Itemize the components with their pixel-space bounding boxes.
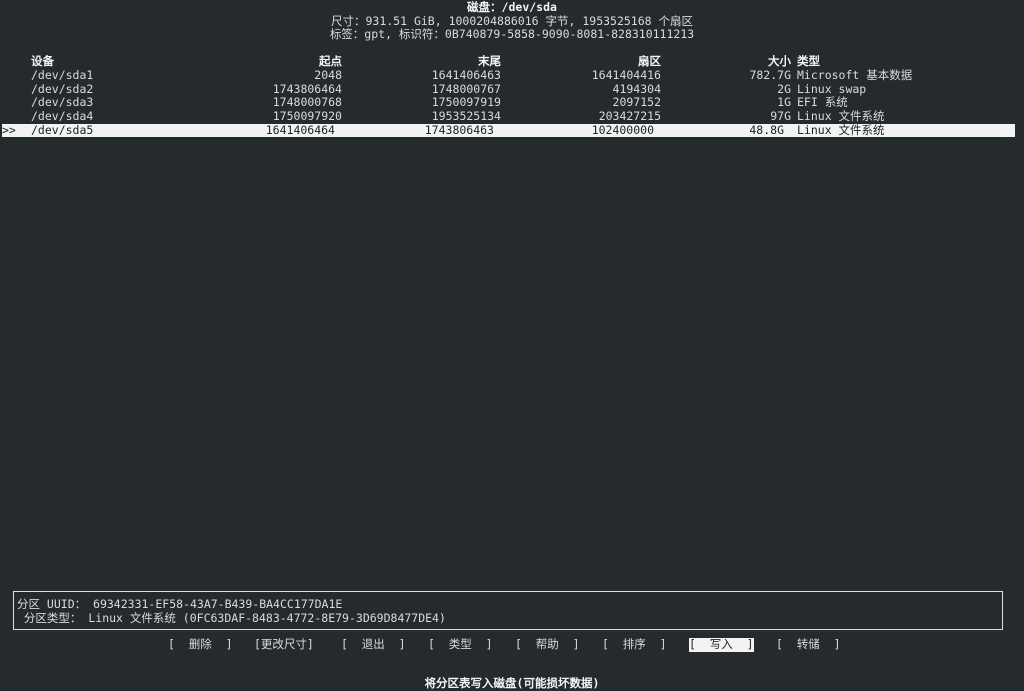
partition-device: /dev/sda1 xyxy=(31,68,94,82)
partition-start: 1748000768 xyxy=(272,95,342,110)
partition-type: Microsoft 基本数据 xyxy=(797,68,913,82)
disk-title: 磁盘：/dev/sda xyxy=(467,0,557,14)
partition-row-sda4[interactable]: /dev/sda4 1750097920 1953525134 20342721… xyxy=(0,109,1024,124)
sort-button[interactable]: [ 排序 ] xyxy=(602,637,667,652)
partition-type: Linux 文件系统 xyxy=(797,122,885,137)
selection-marker: >> xyxy=(2,122,16,137)
column-start: 起点 xyxy=(319,54,342,68)
partition-type: Linux 文件系统 xyxy=(797,109,885,124)
partition-start: 1743806464 xyxy=(272,81,342,96)
partition-row-sda2[interactable]: /dev/sda2 1743806464 1748000767 4194304 … xyxy=(0,81,1024,97)
partition-sectors: 4194304 xyxy=(612,81,661,96)
partition-row-sda1[interactable]: /dev/sda1 2048 1641406463 1641404416 782… xyxy=(0,68,1024,83)
partition-sectors: 203427215 xyxy=(598,109,661,124)
partition-sectors: 2097152 xyxy=(612,95,661,110)
partition-uuid-line: 分区 UUID： 69342331-EF58-43A7-B439-BA4CC17… xyxy=(17,597,343,611)
partition-end: 1750097919 xyxy=(431,95,501,110)
partition-sectors: 102400000 xyxy=(591,122,654,137)
column-end: 末尾 xyxy=(478,54,501,68)
partition-start: 2048 xyxy=(314,68,342,82)
partition-row-sda5-selected[interactable]: >> /dev/sda5 1641406464 1743806463 10240… xyxy=(2,122,1015,138)
partition-end: 1953525134 xyxy=(431,109,501,124)
partition-device: /dev/sda4 xyxy=(31,109,94,124)
column-sectors: 扇区 xyxy=(638,54,661,68)
partition-end: 1743806463 xyxy=(424,122,494,137)
partition-start: 1750097920 xyxy=(272,109,342,124)
write-button[interactable]: [ 写入 ] xyxy=(689,637,754,652)
partition-row-sda3[interactable]: /dev/sda3 1748000768 1750097919 2097152 … xyxy=(0,96,1024,110)
column-size: 大小 xyxy=(768,54,791,68)
partition-device: /dev/sda2 xyxy=(31,81,94,96)
partition-type: EFI 系统 xyxy=(797,95,848,110)
partition-size: 782.7G xyxy=(749,68,791,82)
partition-info-box: 分区 UUID： 69342331-EF58-43A7-B439-BA4CC17… xyxy=(13,591,1003,630)
partition-device: /dev/sda5 xyxy=(31,122,94,137)
action-menu-bar: [ 删除 ] [更改尺寸] [ 退出 ] [ 类型 ] [ 帮助 ] [ 排序 … xyxy=(0,637,1024,653)
resize-button[interactable]: [更改尺寸] xyxy=(254,637,314,652)
column-device: 设备 xyxy=(31,54,54,68)
disk-label-line: 标签：gpt, 标识符：0B740879-5858-9090-8081-8283… xyxy=(329,27,695,41)
partition-size: 97G xyxy=(770,109,791,124)
quit-button[interactable]: [ 退出 ] xyxy=(341,637,406,652)
partition-end: 1641406463 xyxy=(431,68,501,82)
partition-type-line: 分区类型： Linux 文件系统 (0FC63DAF-8483-4772-8E7… xyxy=(17,611,446,625)
partition-start: 1641406464 xyxy=(265,122,335,137)
partition-end: 1748000767 xyxy=(431,81,501,96)
partition-type: Linux swap xyxy=(797,81,867,96)
type-button[interactable]: [ 类型 ] xyxy=(428,637,493,652)
partition-sectors: 1641404416 xyxy=(591,68,661,82)
help-button[interactable]: [ 帮助 ] xyxy=(515,637,580,652)
status-line: 将分区表写入磁盘(可能损坏数据) xyxy=(424,676,600,690)
partition-size: 1G xyxy=(777,95,791,110)
delete-button[interactable]: [ 删除 ] xyxy=(168,637,233,652)
partition-size: 48.8G xyxy=(749,122,784,137)
column-header-row: 设备 起点 末尾 扇区 大小 类型 xyxy=(0,54,1024,69)
partition-size: 2G xyxy=(777,81,791,96)
dump-button[interactable]: [ 转储 ] xyxy=(776,637,841,652)
partition-device: /dev/sda3 xyxy=(31,95,94,110)
column-type: 类型 xyxy=(797,54,820,68)
